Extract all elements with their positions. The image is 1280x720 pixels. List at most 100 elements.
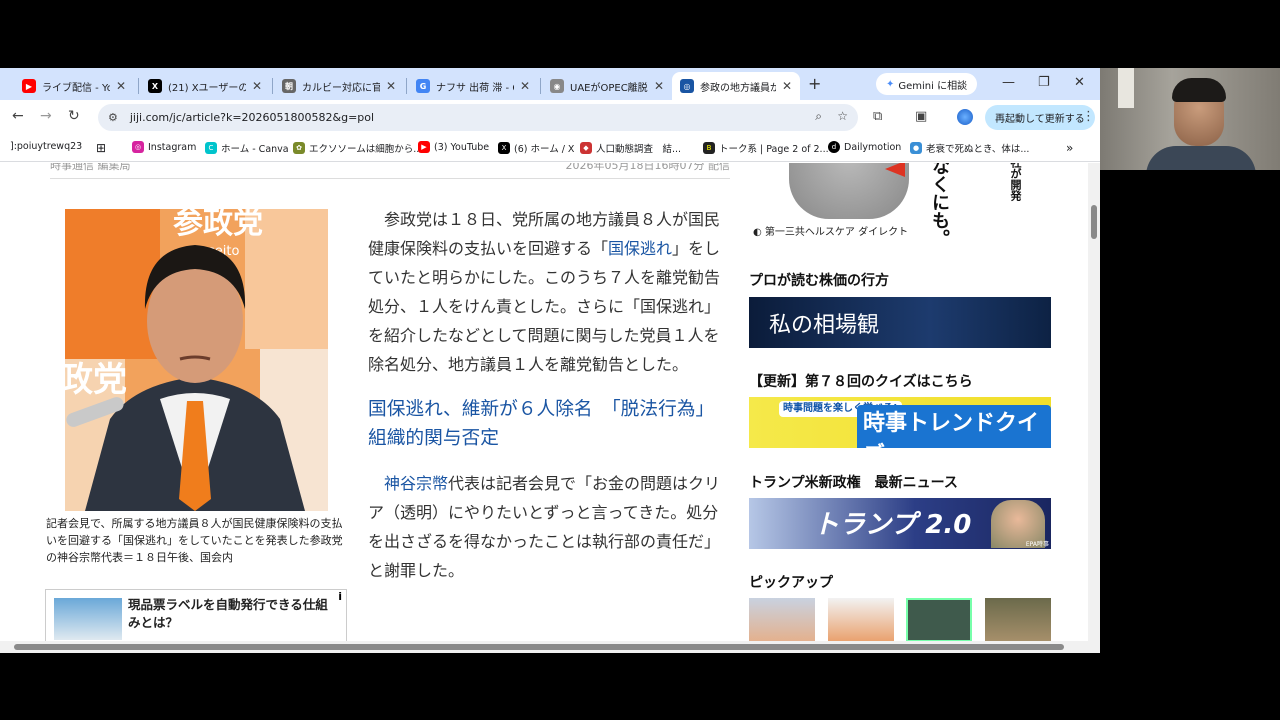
kokuho-link[interactable]: 国保逃れ <box>608 239 672 258</box>
close-icon[interactable]: ✕ <box>782 79 792 93</box>
pickup-thumbnail[interactable] <box>749 598 815 641</box>
banner-text: トランプ 2.0 <box>813 510 972 540</box>
bookmark-item[interactable]: X (6) ホーム / X <box>498 141 574 155</box>
tab-jiji-active[interactable]: ◎ 参政の地方議員が ✕ <box>672 72 800 100</box>
bookmark-label: トーク系 | Page 2 of 2... <box>719 144 829 155</box>
vertical-scrollbar[interactable] <box>1088 163 1100 641</box>
gemini-icon: ✦ <box>886 78 895 90</box>
close-icon[interactable]: ✕ <box>386 79 396 93</box>
daiichi-logo-icon: ◐ <box>753 227 762 238</box>
section-heading: ピックアップ <box>749 575 833 591</box>
scroll-thumb[interactable] <box>14 644 1064 650</box>
scroll-thumb[interactable] <box>1091 205 1097 239</box>
bookmark-item[interactable]: B トーク系 | Page 2 of 2... <box>703 141 829 155</box>
google-icon: G <box>416 79 430 93</box>
apps-grid-icon[interactable]: ⊞ <box>96 141 106 155</box>
back-button[interactable]: ← <box>12 108 24 124</box>
ad-badge: 社が開発 <box>999 163 1023 217</box>
tab-youtube-live[interactable]: ▶ ライブ配信 - YouTube ✕ <box>14 72 134 100</box>
bookmark-item[interactable]: d Dailymotion <box>828 141 901 153</box>
tab-uae-opec[interactable]: ◉ UAEがOPEC離脱 ✕ <box>542 72 672 100</box>
trump-news-banner[interactable]: トランプ 2.0 EPA時事 <box>749 498 1051 549</box>
sponsored-ad[interactable]: 現品票ラベルを自動発行できる仕組みとは？ i <box>45 589 347 641</box>
bookmark-item[interactable]: ● 老衰で死ぬとき、体は... <box>910 141 1029 155</box>
sidebar-health-ad[interactable]: なくにも。 社が開発 ◐ 第一三共ヘルスケア ダイレクト <box>749 163 1052 247</box>
browser-window: ▶ ライブ配信 - YouTube ✕ X (21) Xユーザーの星 ✕ 朝 カ… <box>0 68 1100 653</box>
stock-outlook-banner[interactable]: 私の相場観 <box>749 297 1051 348</box>
tab-title: UAEがOPEC離脱 <box>570 82 648 94</box>
publish-datetime: 2026年05月18日16時07分 配信 <box>565 163 730 172</box>
bookmark-label: 老衰で死ぬとき、体は... <box>926 144 1030 155</box>
article-paragraph: 神谷宗幣代表は記者会見で「お金の問題はクリア（透明）にやりたいとずっと言ってきた… <box>368 469 724 585</box>
ad-title[interactable]: 現品票ラベルを自動発行できる仕組みとは？ <box>128 596 340 632</box>
close-window-button[interactable]: ✕ <box>1074 75 1085 90</box>
photo-caption: 記者会見で、所属する地方議員８人が国民健康保険料の支払いを回避する「国保逃れ」を… <box>46 517 343 564</box>
presenter-shirt <box>1146 146 1256 170</box>
bookmark-label: Instagram <box>148 141 197 153</box>
url-text: jiji.com/jc/article?k=2026051800582&g=po… <box>129 111 375 124</box>
bookmark-label: 人口動態調査 結... <box>596 144 682 155</box>
toolbar: ← → ↻ ⚙ jiji.com/jc/article?k=2026051800… <box>0 100 1100 134</box>
close-icon[interactable]: ✕ <box>520 79 530 93</box>
bookmark-item[interactable]: ▶ (3) YouTube <box>418 141 489 153</box>
ad-thumbnail <box>54 598 122 640</box>
bookmark-label: ]:poiuytrewq23 <box>10 141 83 152</box>
pickup-thumbnail[interactable] <box>906 598 972 641</box>
health-site-icon: ● <box>910 142 922 154</box>
menu-icon[interactable]: ⋮ <box>1082 109 1095 124</box>
tab-title: ライブ配信 - YouTube <box>42 82 110 94</box>
talk-site-icon: B <box>703 142 715 154</box>
tab-title: 参政の地方議員が <box>700 82 776 94</box>
horizontal-scrollbar[interactable] <box>0 641 1100 653</box>
close-icon[interactable]: ✕ <box>116 79 126 93</box>
minimize-button[interactable]: — <box>1002 75 1015 90</box>
bookmark-item[interactable]: ◆ 人口動態調査 結... <box>580 141 681 155</box>
bookmark-star-icon[interactable]: ☆ <box>837 109 848 123</box>
profile-avatar[interactable] <box>957 109 973 125</box>
instagram-icon: ◎ <box>132 141 144 153</box>
bookmark-item[interactable]: C ホーム - Canva <box>205 141 289 155</box>
photo-illustration: 参政党 sanseito 政党 <box>65 209 328 511</box>
trend-quiz-banner[interactable]: 時事問題を楽しく学べる! 時事トレンドクイズ <box>749 397 1051 448</box>
site-info-icon[interactable]: ⚙ <box>108 111 118 124</box>
reload-button[interactable]: ↻ <box>68 108 80 124</box>
article-photo[interactable]: 参政党 sanseito 政党 <box>65 209 328 511</box>
gemini-button[interactable]: ✦ Gemini に相談 <box>876 73 978 95</box>
close-icon[interactable]: ✕ <box>252 79 262 93</box>
zoom-icon[interactable]: ⌕ <box>815 109 822 123</box>
ad-logo-text: 第一三共ヘルスケア ダイレクト <box>764 227 909 238</box>
news-icon: ◉ <box>550 79 564 93</box>
extensions-icon[interactable]: ⧉ <box>873 109 882 124</box>
related-article-link[interactable]: 国保逃れ、維新が６人除名 「脱法行為」組織的関与否定 <box>368 395 724 453</box>
bookmark-item[interactable]: ]:poiuytrewq23 <box>10 141 82 152</box>
relaunch-update-button[interactable]: 再起動して更新する <box>985 105 1095 130</box>
address-bar[interactable]: ⚙ jiji.com/jc/article?k=2026051800582&g=… <box>98 104 858 131</box>
maximize-button[interactable]: ❐ <box>1038 75 1050 90</box>
bookmark-item[interactable]: ◎ Instagram <box>132 141 196 153</box>
tab-title: ナフサ 出荷 滞 - Google <box>436 82 514 94</box>
svg-text:政党: 政党 <box>65 360 127 400</box>
section-heading: トランプ米新政権 最新ニュース <box>749 475 958 491</box>
bookmark-label: エクソソームは細胞から... <box>309 144 423 155</box>
side-panel-icon[interactable]: ▣ <box>915 109 927 124</box>
x-icon: X <box>498 142 510 154</box>
forward-button[interactable]: → <box>40 108 52 124</box>
close-icon[interactable]: ✕ <box>654 79 664 93</box>
ad-info-icon[interactable]: i <box>338 590 342 603</box>
pickup-thumbnail[interactable] <box>985 598 1051 641</box>
arrow-icon <box>885 163 905 177</box>
pickup-thumbnail[interactable] <box>828 598 894 641</box>
bookmark-label: Dailymotion <box>844 141 902 153</box>
page-content: 時事通信 編集局 2026年05月18日16時07分 配信 参政党 sansei… <box>0 163 1088 641</box>
more-bookmarks-icon[interactable]: » <box>1066 141 1073 155</box>
presenter-hair <box>1172 78 1226 102</box>
tab-x-user[interactable]: X (21) Xユーザーの星 ✕ <box>140 72 270 100</box>
bookmarks-bar: ]:poiuytrewq23 ⊞ ◎ Instagram C ホーム - Canva… <box>0 134 1100 162</box>
tab-google-search[interactable]: G ナフサ 出荷 滞 - Google ✕ <box>408 72 538 100</box>
kamiya-link[interactable]: 神谷宗幣 <box>384 474 448 493</box>
new-tab-button[interactable]: + <box>808 74 821 93</box>
tab-calbee[interactable]: 朝 カルビー対応に官邸 ✕ <box>274 72 404 100</box>
article-paragraph: 参政党は１８日、党所属の地方議員８人が国民健康保険料の支払いを回避する「国保逃れ… <box>368 205 724 379</box>
jiji-icon: ◎ <box>680 79 694 93</box>
bookmark-item[interactable]: ✿ エクソソームは細胞から... <box>293 141 422 155</box>
